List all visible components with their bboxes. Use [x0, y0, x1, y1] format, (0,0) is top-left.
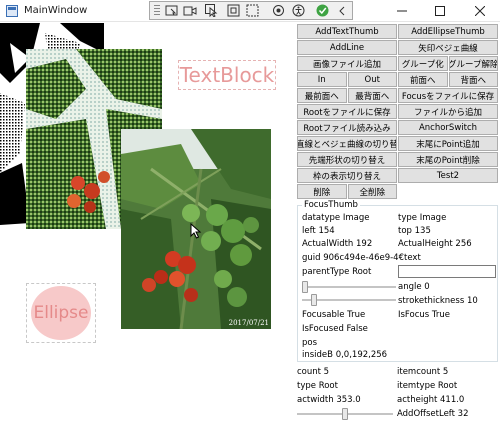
window-title: MainWindow	[24, 5, 88, 16]
angle-slider-thumb[interactable]	[302, 281, 308, 293]
stroke-slider-thumb[interactable]	[311, 294, 317, 306]
binding-failures-icon[interactable]	[270, 3, 286, 18]
offset-slider[interactable]	[297, 408, 393, 420]
maximize-icon	[435, 6, 445, 16]
actual-height-label: ActualHeight 256	[398, 239, 472, 249]
type-label: type Image	[398, 213, 447, 223]
button-14[interactable]: Rootをファイルに保存	[297, 104, 397, 119]
accessibility-icon[interactable]	[290, 3, 306, 18]
mouse-cursor-icon	[190, 223, 202, 239]
top-label: top 135	[398, 226, 431, 236]
pos-label: pos	[302, 338, 318, 348]
angle-label: angle 0	[398, 282, 430, 292]
parent-type-label: parentType Root	[302, 267, 372, 277]
button-25[interactable]: 全削除	[347, 184, 397, 199]
stroke-slider[interactable]	[302, 294, 396, 306]
dev-toolbar	[149, 1, 353, 20]
button-11[interactable]: 最前面へ	[297, 88, 347, 103]
button-17[interactable]: AnchorSwitch	[398, 120, 498, 135]
button-21[interactable]: 末尾のPoint削除	[398, 152, 498, 167]
pointer-icon[interactable]	[204, 3, 220, 18]
photo-date-stamp: 2017/07/21	[228, 319, 269, 327]
itemcount-label: itemcount 5	[397, 367, 449, 377]
add-offset-left-label: AddOffsetLeft 32	[397, 409, 469, 419]
button-16[interactable]: Rootファイル読み込み	[297, 120, 397, 135]
title-bar: MainWindow	[0, 0, 500, 22]
minimize-icon	[397, 10, 407, 12]
button-5[interactable]: グループ化	[398, 56, 448, 71]
layout-adorner-icon[interactable]	[225, 3, 241, 18]
button-0[interactable]: AddTextThumb	[297, 24, 397, 39]
preview-icon[interactable]	[182, 3, 198, 18]
button-10[interactable]: 背面へ	[448, 72, 498, 87]
check-icon[interactable]	[314, 3, 330, 18]
minimize-button[interactable]	[384, 2, 420, 20]
root-info-panel: count 5 itemcount 5 type Root itemtype R…	[297, 365, 499, 422]
button-3[interactable]: 矢印ベジェ曲線	[398, 40, 498, 55]
button-6[interactable]: グループ解除	[448, 56, 498, 71]
ellipse-thumb[interactable]: Ellipse	[26, 283, 96, 343]
button-24[interactable]: 削除	[297, 184, 347, 199]
button-19[interactable]: 末尾にPoint追加	[398, 136, 498, 151]
button-9[interactable]: 前面へ	[398, 72, 448, 87]
is-focused-label: IsFocused False	[302, 324, 368, 334]
close-icon	[475, 6, 485, 16]
itemtype-label: itemtype Root	[397, 381, 458, 391]
toolbar-grip-icon[interactable]	[154, 5, 160, 17]
button-4[interactable]: 画像ファイル追加	[297, 56, 397, 71]
text-thumb[interactable]: TextBlock	[178, 60, 276, 90]
left-label: left 154	[302, 226, 335, 236]
button-23[interactable]: Test2	[398, 168, 498, 183]
stroke-thickness-label: strokethickness 10	[398, 296, 478, 306]
focusable-label: Focusable True	[302, 310, 366, 320]
button-1[interactable]: AddEllipseThumb	[398, 24, 498, 39]
app-window-icon	[6, 5, 18, 17]
button-15[interactable]: ファイルから追加	[398, 104, 498, 119]
angle-slider-track	[302, 286, 396, 288]
parent-text-input[interactable]	[398, 265, 496, 278]
is-focus-label: IsFocus True	[398, 310, 450, 320]
button-18[interactable]: 直線とベジェ曲線の切り替	[297, 136, 397, 151]
count-label: count 5	[297, 367, 330, 377]
close-button[interactable]	[462, 2, 498, 20]
inside-b-label: insideB 0,0,192,256	[302, 350, 388, 360]
datatype-label: datatype Image	[302, 213, 370, 223]
button-22[interactable]: 枠の表示切り替え	[297, 168, 397, 183]
thumb-canvas[interactable]: 2017/07/21 TextBlock Ellipse	[0, 23, 296, 422]
actheight-label: actheight 411.0	[397, 395, 465, 405]
button-13[interactable]: Focusをファイルに保存	[398, 88, 498, 103]
collapse-icon[interactable]	[334, 3, 350, 18]
actwidth-label: actwidth 353.0	[297, 395, 361, 405]
guid-label: guid 906c494e-46e9-4€text	[302, 253, 421, 263]
focus-thumb-group: FocusThumb datatype Image type Image lef…	[297, 200, 498, 362]
maximize-button[interactable]	[422, 2, 458, 20]
root-type-label: type Root	[297, 381, 338, 391]
track-focus-icon[interactable]	[244, 3, 260, 18]
button-12[interactable]: 最背面へ	[347, 88, 397, 103]
button-20[interactable]: 先端形状の切り替え	[297, 152, 397, 167]
group-title: FocusThumb	[302, 200, 360, 210]
command-button-grid: AddTextThumb AddEllipseThumb AddLine 矢印ベジェ曲…	[297, 24, 499, 200]
angle-slider[interactable]	[302, 281, 396, 293]
button-8[interactable]: Out	[347, 72, 397, 87]
offset-slider-thumb[interactable]	[342, 408, 348, 420]
button-2[interactable]: AddLine	[297, 40, 397, 55]
ellipse-shape: Ellipse	[31, 286, 91, 340]
select-element-icon[interactable]	[164, 3, 180, 18]
actual-width-label: ActualWidth 192	[302, 239, 373, 249]
button-7[interactable]: In	[297, 72, 347, 87]
